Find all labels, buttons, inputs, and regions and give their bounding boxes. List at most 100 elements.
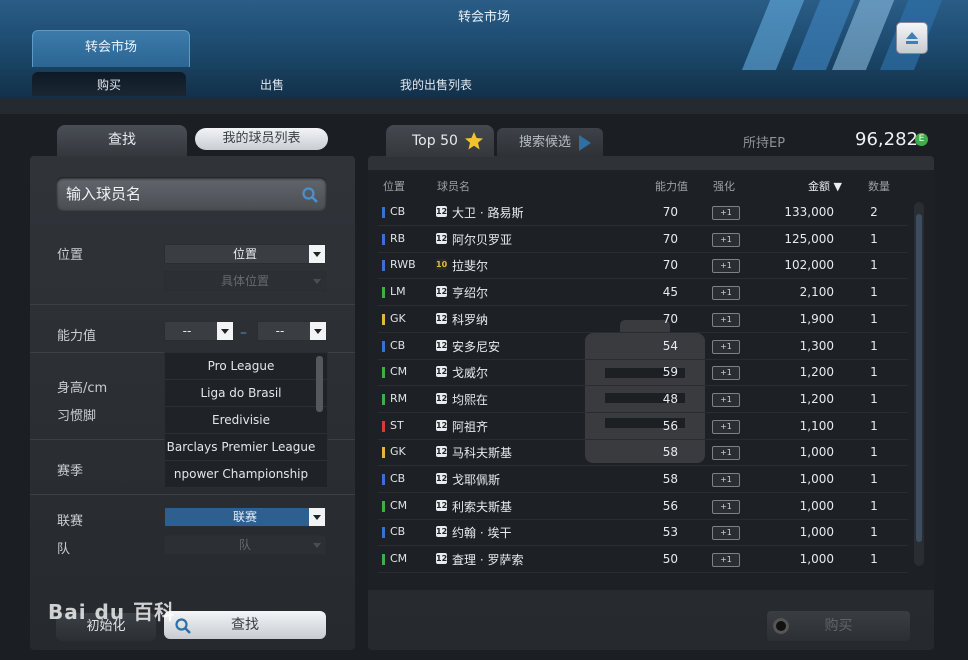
ability-max-select[interactable]: -- [257, 321, 327, 341]
enhance-badge: +1 [712, 206, 740, 220]
enhance-badge: +1 [712, 259, 740, 274]
player-position: ST [390, 418, 404, 432]
col-header-price-sort[interactable]: 金额 ▼ [808, 178, 842, 194]
player-position: RWB [390, 258, 416, 272]
player-price: 1,200 [799, 391, 834, 406]
player-quantity: 1 [870, 258, 878, 273]
player-quantity: 1 [870, 391, 878, 406]
tab-transfer-market[interactable]: 转会市场 [32, 30, 190, 67]
tab-my-sale-list[interactable]: 我的出售列表 [360, 72, 512, 96]
position-color-bar [382, 554, 385, 566]
tab-candidates-label: 搜索候选 [519, 135, 572, 150]
table-row[interactable]: CM 12 戈威尔 59 +1 1,200 1 [378, 359, 908, 387]
table-row[interactable]: RB 12 阿尔贝罗亚 70 +1 125,000 1 [378, 226, 908, 253]
eject-button[interactable] [896, 22, 928, 54]
enhance-badge: +1 [712, 232, 740, 247]
player-quantity: 1 [870, 231, 878, 246]
position-color-bar [382, 260, 385, 272]
season-badge-icon: 12 [436, 473, 448, 484]
col-header-ability: 能力值 [655, 180, 688, 193]
table-row[interactable]: GK 12 马科夫斯基 58 +1 1,000 1 [378, 439, 908, 467]
season-badge-icon: 12 [436, 206, 448, 217]
player-quantity: 1 [870, 552, 878, 567]
player-name: 阿祖齐 [452, 419, 489, 434]
league-label: 联赛 [57, 514, 84, 529]
player-ability: 59 [662, 365, 678, 380]
league-select[interactable]: 联赛 [164, 507, 326, 527]
arrow-right-icon [579, 135, 591, 151]
table-row[interactable]: CB 12 戈耶佩斯 58 +1 1,000 1 [378, 466, 908, 493]
position-select[interactable]: 位置 [164, 244, 326, 264]
player-name: 科罗纳 [452, 312, 489, 327]
player-price: 133,000 [784, 205, 834, 219]
enhance-badge: +1 [712, 553, 740, 568]
search-icon[interactable] [301, 186, 319, 204]
position-color-bar [382, 233, 385, 245]
window-title: 转会市场 [457, 10, 510, 25]
season-badge-icon: 10 [436, 259, 448, 271]
search-button[interactable]: 查找 [164, 611, 326, 639]
player-name: 亨绍尔 [452, 286, 489, 301]
table-row[interactable]: RM 12 均熙在 48 +1 1,200 1 [378, 386, 908, 413]
tab-buy[interactable]: 购买 [32, 72, 186, 96]
league-option[interactable]: npower Championship [165, 461, 327, 487]
chevron-down-icon [309, 245, 325, 263]
table-row[interactable]: CM 12 利索夫斯基 56 +1 1,000 1 [378, 493, 908, 520]
table-scroll-thumb[interactable] [916, 214, 922, 542]
tab-sell[interactable]: 出售 [196, 72, 348, 96]
player-position: GK [390, 311, 406, 325]
col-header-position: 位置 [383, 180, 405, 193]
player-name: 拉斐尔 [452, 259, 489, 274]
buy-button-icon [773, 618, 789, 634]
player-quantity: 2 [870, 205, 878, 219]
league-option[interactable]: Liga do Brasil [165, 380, 327, 407]
chevron-down-icon [217, 322, 233, 340]
player-name: 马科夫斯基 [452, 446, 513, 461]
tab-search[interactable]: 查找 [57, 125, 187, 157]
tab-search-candidates[interactable]: 搜索候选 [497, 128, 603, 157]
ability-min-select[interactable]: -- [164, 321, 234, 341]
chevron-down-icon [309, 536, 325, 554]
eject-icon [906, 32, 918, 44]
league-option[interactable]: Barclays Premier League [165, 434, 327, 461]
player-name-placeholder: 输入球员名 [66, 185, 142, 203]
tab-top50-label: Top 50 [412, 133, 458, 149]
league-dropdown-list[interactable]: Pro League Liga do Brasil Eredivisie Bar… [164, 352, 328, 488]
player-name: 阿尔贝罗亚 [452, 232, 513, 247]
tab-my-player-list[interactable]: 我的球员列表 [195, 128, 328, 150]
tab-top50[interactable]: Top 50 [386, 125, 494, 157]
table-row[interactable]: GK 12 科罗纳 70 +1 1,900 1 [378, 306, 908, 333]
buy-button: 购买 [767, 611, 910, 641]
position-label: 位置 [57, 248, 84, 263]
player-position: CM [390, 552, 408, 566]
table-row[interactable]: CB 12 大卫 · 路易斯 70 +1 133,000 2 [378, 199, 908, 226]
league-option[interactable]: Eredivisie [165, 407, 327, 434]
player-name: 安多尼安 [452, 339, 501, 354]
season-label: 赛季 [57, 464, 84, 479]
table-row[interactable]: ST 12 阿祖齐 56 +1 1,100 1 [378, 413, 908, 440]
table-row[interactable]: CB 12 约翰 · 埃干 53 +1 1,000 1 [378, 519, 908, 547]
season-badge-icon: 12 [436, 499, 448, 511]
col-header-qty: 数量 [868, 180, 890, 193]
enhance-badge: +1 [712, 312, 740, 327]
enhance-badge: +1 [712, 473, 740, 487]
season-badge-icon: 12 [436, 339, 448, 351]
player-price: 1,000 [799, 445, 834, 460]
league-list-scrollbar[interactable] [316, 356, 323, 412]
table-row[interactable]: RWB 10 拉斐尔 70 +1 102,000 1 [378, 252, 908, 280]
table-row[interactable]: CM 12 査理 · 罗萨索 50 +1 1,000 1 [378, 546, 908, 574]
player-price: 1,000 [799, 498, 834, 513]
chevron-down-icon [309, 508, 325, 526]
table-row[interactable]: LM 12 亨绍尔 45 +1 2,100 1 [378, 279, 908, 307]
position-color-bar [382, 474, 385, 485]
chevron-down-icon [309, 272, 325, 290]
ability-label: 能力值 [57, 329, 97, 344]
ep-currency-icon: E [915, 133, 928, 146]
player-price: 1,300 [799, 338, 834, 353]
league-option[interactable]: Pro League [165, 353, 327, 380]
player-price: 1,000 [799, 525, 834, 540]
table-row[interactable]: CB 12 安多尼安 54 +1 1,300 1 [378, 333, 908, 360]
enhance-badge: +1 [712, 446, 740, 461]
position-color-bar [382, 420, 385, 432]
player-name-input[interactable]: 输入球员名 [56, 177, 327, 211]
